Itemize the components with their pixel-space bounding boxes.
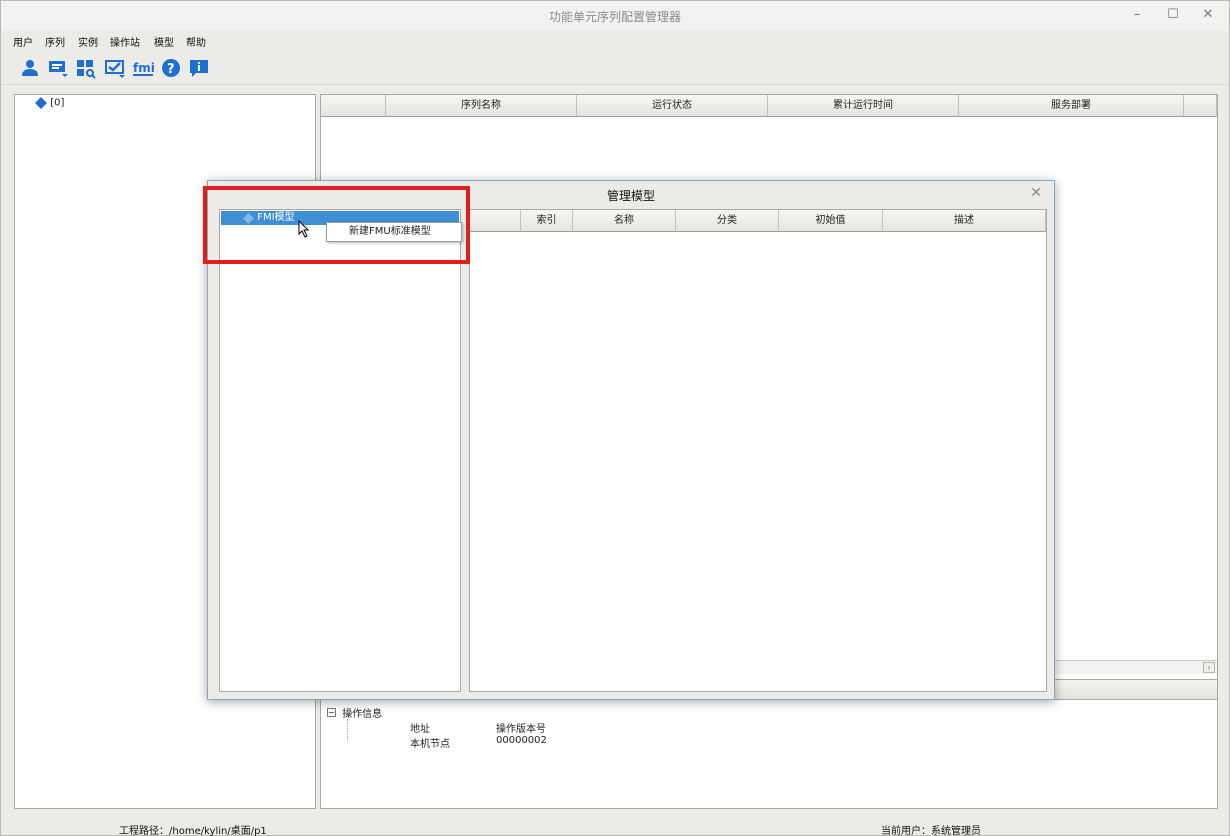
node-diamond-icon xyxy=(35,97,47,109)
model-col-description[interactable]: 描述 xyxy=(883,210,1046,232)
model-tree[interactable]: FMI模型 xyxy=(219,209,461,692)
station-icon[interactable] xyxy=(104,57,126,79)
model-table-panel: 索引 名称 分类 初始值 描述 xyxy=(469,209,1047,692)
tree-guide-line xyxy=(347,719,353,741)
maximize-button[interactable]: ☐ xyxy=(1161,5,1185,25)
col-header-filler xyxy=(1184,95,1217,117)
window-title: 功能单元序列配置管理器 xyxy=(548,10,681,24)
toolbar: fmi ? xyxy=(1,51,1229,85)
info-value-address: 操作版本号 xyxy=(496,724,546,735)
highlight-annotation-box xyxy=(203,186,470,264)
svg-text:?: ? xyxy=(167,62,175,77)
info-key-address: 地址 xyxy=(410,724,430,735)
model-col-index[interactable]: 索引 xyxy=(521,210,573,232)
menu-user[interactable]: 用户 xyxy=(13,34,33,49)
info-icon[interactable] xyxy=(188,57,210,79)
menu-model[interactable]: 模型 xyxy=(154,34,174,49)
fmi-icon-label: fmi xyxy=(133,61,154,75)
title-bar: 功能单元序列配置管理器 – ☐ ✕ xyxy=(1,1,1229,31)
fmi-icon[interactable]: fmi xyxy=(132,57,155,79)
close-window-button[interactable]: ✕ xyxy=(1196,5,1220,25)
menu-sequence[interactable]: 序列 xyxy=(45,34,65,49)
minimize-button[interactable]: – xyxy=(1125,5,1149,25)
info-value-node: 00000002 xyxy=(496,735,547,746)
model-col-name[interactable]: 名称 xyxy=(573,210,676,232)
tree-root-label: [0] xyxy=(50,97,65,109)
menu-instance[interactable]: 实例 xyxy=(78,34,98,49)
dialog-close-icon[interactable]: ✕ xyxy=(1030,185,1042,201)
user-icon[interactable] xyxy=(19,57,41,79)
info-key-node: 本机节点 xyxy=(410,739,450,750)
project-path: 工程路径：/home/kylin/桌面/p1 xyxy=(119,826,267,836)
model-col-category[interactable]: 分类 xyxy=(676,210,779,232)
col-header-run-status[interactable]: 运行状态 xyxy=(577,95,768,117)
col-header-run-time[interactable]: 累计运行时间 xyxy=(768,95,959,117)
menu-station[interactable]: 操作站 xyxy=(110,34,140,49)
help-icon[interactable]: ? xyxy=(160,57,182,79)
model-col-blank[interactable] xyxy=(470,210,521,232)
col-header-sequence-name[interactable]: 序列名称 xyxy=(386,95,577,117)
collapse-icon[interactable]: − xyxy=(327,708,336,717)
col-header-blank[interactable] xyxy=(321,95,386,117)
scroll-right-arrow-icon[interactable]: › xyxy=(1203,662,1215,673)
col-header-service-deploy[interactable]: 服务部署 xyxy=(959,95,1184,117)
tree-root-item[interactable]: [0] xyxy=(35,97,64,109)
instance-icon[interactable] xyxy=(75,57,97,79)
model-col-initial-value[interactable]: 初始值 xyxy=(779,210,883,232)
info-section: − 操作信息 xyxy=(327,705,382,720)
menu-bar: 用户 序列 实例 操作站 模型 帮助 xyxy=(1,31,1229,49)
current-user: 当前用户：系统管理员 xyxy=(881,826,981,836)
sequence-icon[interactable] xyxy=(47,57,69,79)
menu-help[interactable]: 帮助 xyxy=(186,34,206,49)
